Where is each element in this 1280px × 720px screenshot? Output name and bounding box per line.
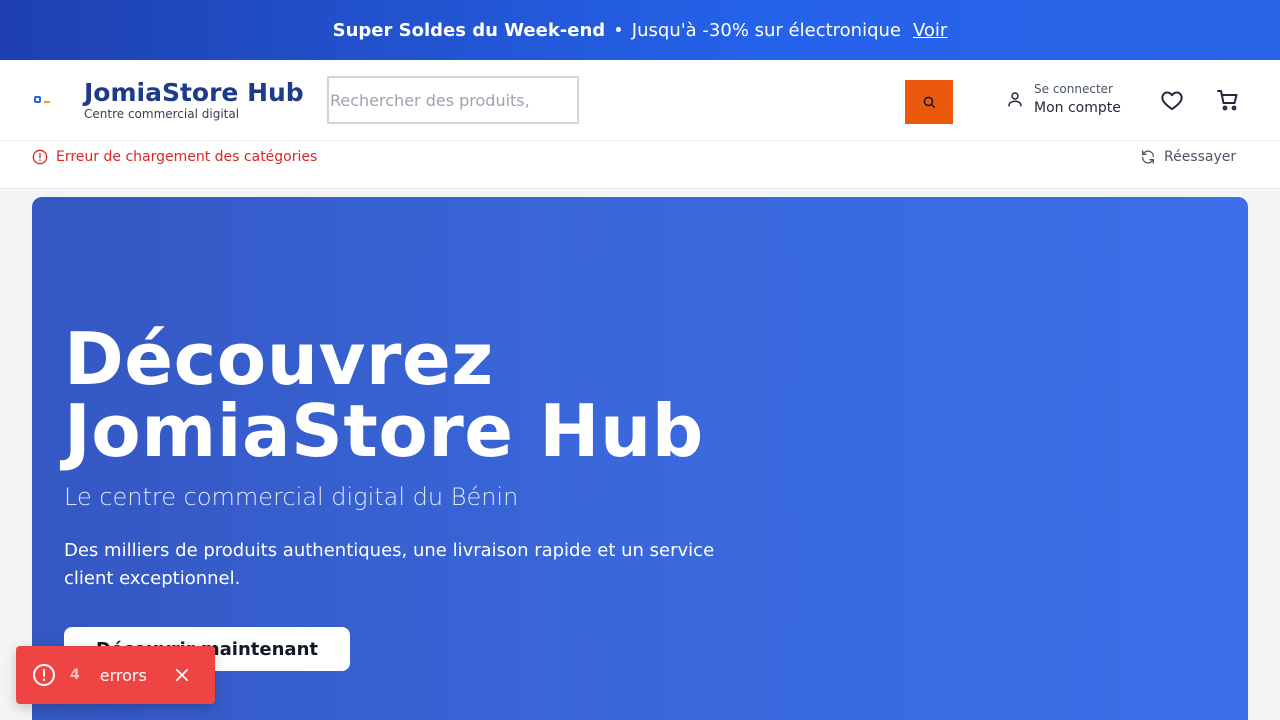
promo-offer: Jusqu'à -30% sur électronique [631, 19, 901, 41]
retry-label: Réessayer [1164, 149, 1237, 165]
wishlist-button[interactable] [1158, 86, 1186, 114]
refresh-icon [1142, 150, 1154, 164]
search-box [327, 76, 579, 124]
promo-banner: Super Soldes du Week-end • Jusqu'à -30% … [0, 0, 1280, 60]
error-label: errors [99, 665, 147, 685]
hero-title-line2: JomiaStore Hub [64, 389, 704, 473]
close-toast-button[interactable] [173, 666, 191, 684]
hero-banner: Découvrez JomiaStore Hub Le centre comme… [32, 197, 1248, 720]
cart-icon [1217, 90, 1238, 111]
user-icon [1008, 92, 1022, 107]
close-icon [175, 668, 188, 682]
search-input[interactable] [329, 78, 577, 122]
alert-circle-icon [32, 149, 48, 165]
categories-error-text: Erreur de chargement des catégories [56, 149, 318, 165]
brand-tagline: Centre commercial digital [84, 107, 240, 121]
categories-error: Erreur de chargement des catégories [32, 149, 317, 165]
account-signin-label: Se connecter [1034, 82, 1113, 96]
promo-separator: • [613, 19, 624, 41]
promo-headline: Super Soldes du Week-end [332, 19, 606, 41]
hero-title-line1: Découvrez [64, 317, 494, 401]
hero-title: Découvrez JomiaStore Hub [64, 323, 704, 467]
search-button[interactable] [905, 80, 953, 124]
error-toast[interactable]: 4 errors [16, 646, 215, 704]
hero-description: Des milliers de produits authentiques, u… [64, 540, 715, 589]
alert-circle-icon [33, 664, 55, 686]
logo-icon [32, 88, 76, 112]
retry-button[interactable]: Réessayer [1140, 149, 1236, 165]
search-icon [923, 96, 935, 108]
cart-button[interactable] [1214, 86, 1242, 114]
hero-subtitle: Le centre commercial digital du Bénin [64, 483, 519, 511]
brand-name: JomiaStore Hub [84, 78, 304, 107]
logo[interactable]: JomiaStore Hub Centre commercial digital [32, 79, 304, 121]
account-button[interactable]: Se connecter Mon compte [1006, 80, 1121, 118]
heart-icon [1161, 91, 1183, 110]
promo-link[interactable]: Voir [913, 20, 947, 41]
account-label: Mon compte [1034, 100, 1121, 116]
error-count: 4 [70, 667, 80, 683]
site-header: JomiaStore Hub Centre commercial digital… [0, 60, 1280, 141]
